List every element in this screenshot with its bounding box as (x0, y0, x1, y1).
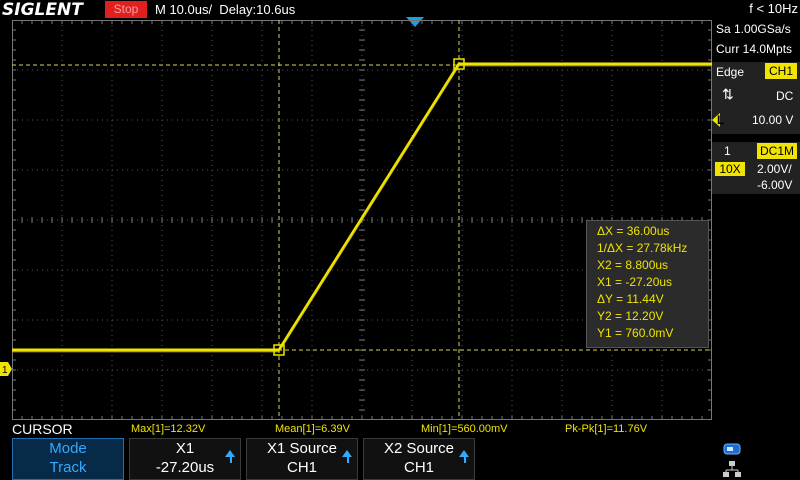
x2-source-value: CH1 (403, 459, 434, 476)
timebase-readout: M 10.0us/ Delay:10.6us (155, 2, 296, 17)
x1-source-label: X1 Source (266, 440, 338, 457)
cursor-y2-value: Y2 = 12.20V (597, 309, 664, 323)
x1-source-value: CH1 (286, 459, 317, 476)
x2-source-softkey[interactable]: X2 Source CH1 (363, 438, 475, 480)
cursor-delta-x: ΔX = 36.00us (597, 224, 670, 238)
trigger-level-label: L (717, 113, 725, 127)
knob-adjust-icon-stem (230, 457, 232, 463)
memory-depth: Curr 14.0Mpts (716, 42, 793, 56)
x2-source-label: X2 Source (383, 440, 455, 457)
measure-max: Max[1]=12.32V (131, 423, 206, 435)
trigger-type: Edge (716, 65, 745, 79)
channel-coupling: DC1M (757, 143, 797, 159)
cursor-delta-y: ΔY = 11.44V (597, 292, 664, 306)
measure-pkpk: Pk-Pk[1]=11.76V (565, 423, 648, 435)
cursor-y1-value: Y1 = 760.0mV (597, 326, 674, 340)
run-stop-badge[interactable]: Stop (105, 1, 147, 18)
channel1-offset-marker-icon[interactable]: 1 (0, 362, 12, 376)
knob-adjust-icon-stem (347, 457, 349, 463)
probe-ratio: 10X (715, 162, 745, 176)
knob-adjust-icon (225, 450, 235, 457)
mode-value: Track (49, 459, 87, 476)
x1-value: -27.20us (155, 459, 215, 476)
mode-softkey[interactable]: Mode Track (12, 438, 124, 480)
rise-fall-icon: ⇅ (722, 86, 734, 102)
knob-adjust-icon-stem (464, 457, 466, 463)
frequency-counter: f < 10Hz (749, 1, 798, 16)
x1-label: X1 (175, 440, 195, 457)
x1-softkey[interactable]: X1 -27.20us (129, 438, 241, 480)
channel-scale: 2.00V/ (757, 162, 792, 176)
x1-source-softkey[interactable]: X1 Source CH1 (246, 438, 358, 480)
knob-adjust-icon (342, 450, 352, 457)
sample-rate: Sa 1.00GSa/s (716, 22, 791, 36)
trigger-level: 10.00 V (752, 113, 794, 127)
brand-logo: SIGLENT (2, 0, 83, 20)
trigger-coupling: DC (776, 89, 794, 103)
knob-adjust-icon (459, 450, 469, 457)
cursor-x2-value: X2 = 8.800us (597, 258, 669, 272)
measure-min: Min[1]=560.00mV (421, 423, 508, 435)
trigger-source: CH1 (765, 63, 797, 79)
cursor-x1-value: X1 = -27.20us (597, 275, 673, 289)
mode-label: Mode (49, 440, 87, 457)
channel-number: 1 (724, 144, 731, 158)
menu-title: CURSOR (12, 421, 73, 437)
usb-icon (723, 443, 741, 455)
cursor-inverse-delta-x: 1/ΔX = 27.78kHz (597, 241, 688, 255)
channel-offset: -6.00V (757, 178, 793, 192)
measure-mean: Mean[1]=6.39V (275, 423, 350, 435)
network-icon (723, 461, 741, 477)
channel1-marker-label: 1 (2, 365, 8, 376)
